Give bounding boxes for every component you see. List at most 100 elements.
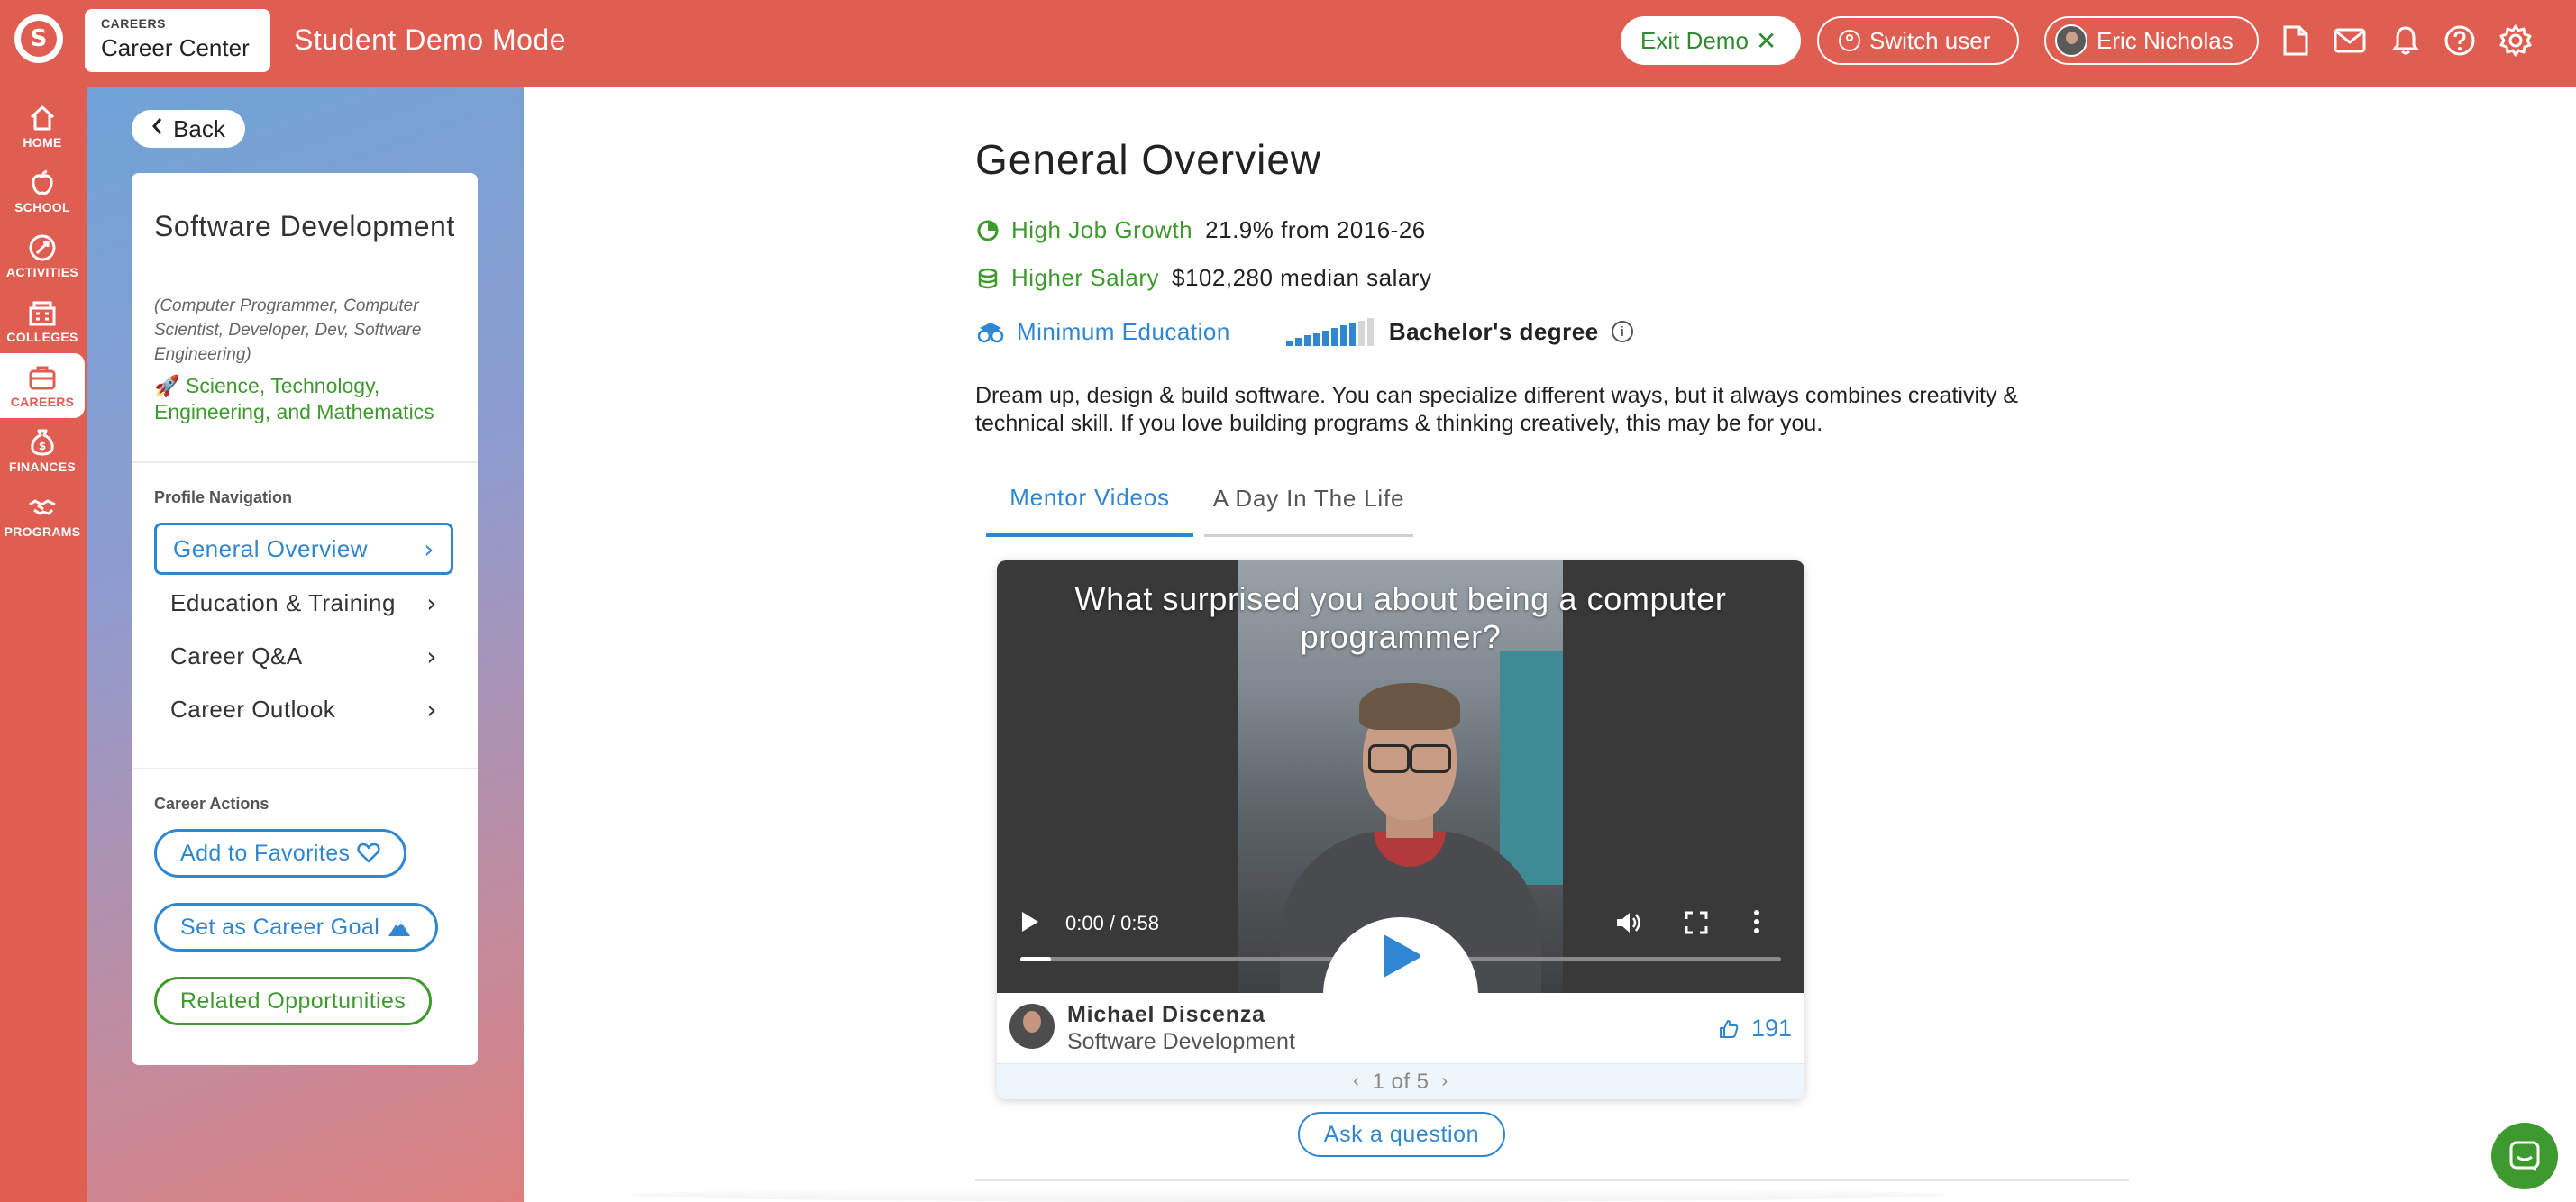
play-icon [1384,934,1420,978]
exit-demo-button[interactable]: Exit Demo ✕ [1621,16,1801,65]
ask-question-button[interactable]: Ask a question [1298,1112,1505,1157]
handshake-icon [29,499,56,515]
mentor-name[interactable]: Michael Discenza [1067,1002,1265,1028]
pager-next-icon[interactable]: › [1442,1071,1448,1092]
related-label: Related Opportunities [180,988,406,1014]
profile-nav-career-qa[interactable]: Career Q&A › [154,630,453,682]
play-icon[interactable] [1020,910,1040,933]
nav-home[interactable]: HOME [0,94,85,159]
career-cluster-link[interactable]: 🚀 Science, Technology, Engineering, and … [154,373,443,425]
education-level-bar [1312,332,1320,346]
top-bar: S CAREERS Career Center Student Demo Mod… [0,0,2576,87]
gear-icon[interactable] [2498,23,2533,58]
pager-text: 1 of 5 [1372,1069,1430,1094]
add-to-favorites-button[interactable]: Add to Favorites [154,829,407,878]
more-options-icon[interactable] [1752,908,1761,935]
education-level-bar [1339,325,1347,346]
nav-activities[interactable]: ACTIVITIES [0,223,85,288]
nav-item-label: Education & Training [170,588,396,616]
salary-value: $102,280 median salary [1172,264,1432,291]
nav-programs[interactable]: PROGRAMS [0,483,85,548]
mentor-avatar[interactable] [1009,1004,1055,1049]
nav-careers-label: CAREERS [10,395,75,409]
app-logo[interactable]: S [14,14,63,63]
mail-icon[interactable] [2333,23,2367,58]
back-label: Back [173,114,225,142]
nav-school-label: SCHOOL [14,200,70,214]
switch-user-button[interactable]: Switch user [1817,16,2019,65]
chevron-right-icon: › [426,587,437,618]
logo-glyph: S [21,21,57,57]
main-nav-rail: HOME SCHOOL ACTIVITIES COLLEGES CAREERS … [0,87,87,1202]
bell-icon[interactable] [2389,23,2423,58]
education-level-bar [1285,341,1293,346]
profile-nav-heading: Profile Navigation [154,488,293,506]
briefcase-icon [29,366,56,390]
avatar [2055,24,2087,57]
activities-icon [29,234,56,261]
video-person-glasses [1363,744,1457,773]
nav-colleges[interactable]: COLLEGES [0,288,85,353]
education-level-bar [1348,323,1356,346]
education-level-bar [1303,335,1311,346]
chat-icon [2509,1141,2540,1171]
document-icon[interactable] [2279,23,2313,58]
career-actions-heading: Career Actions [154,795,269,813]
tab-mentor-videos[interactable]: Mentor Videos [986,461,1193,537]
video-background-wall [1500,651,1563,885]
profile-nav-career-outlook[interactable]: Career Outlook › [154,683,453,735]
set-career-goal-button[interactable]: Set as Career Goal [154,903,439,952]
divider [132,768,478,769]
education-level-bar [1294,338,1302,346]
salary-stat: Higher Salary $102,280 median salary [975,264,1432,292]
chat-launcher-button[interactable] [2491,1123,2558,1189]
nav-finances[interactable]: $ FINANCES [0,418,85,483]
career-title: Software Development [154,210,455,242]
help-icon[interactable] [2443,23,2477,58]
user-name: Eric Nicholas [2096,26,2233,54]
chevron-left-icon [151,117,162,141]
like-button[interactable]: 191 [1719,1015,1792,1043]
profile-nav-education-training[interactable]: Education & Training › [154,577,453,629]
set-goal-label: Set as Career Goal [180,914,380,940]
education-value: Bachelor's degree [1388,317,1599,345]
job-growth-stat: High Job Growth 21.9% from 2016-26 [975,216,1426,244]
career-side-panel: Back Software Development (Computer Prog… [87,87,524,1202]
add-favorites-label: Add to Favorites [180,840,351,866]
related-opportunities-button[interactable]: Related Opportunities [154,977,433,1025]
svg-text:$: $ [39,440,46,452]
home-icon [30,105,55,131]
education-level-bar [1321,330,1329,346]
video-player[interactable]: What surprised you about being a compute… [997,560,1804,993]
user-menu-button[interactable]: Eric Nicholas [2044,16,2259,65]
nav-programs-label: PROGRAMS [4,524,81,539]
nav-careers[interactable]: CAREERS [0,353,85,418]
job-growth-label: High Job Growth [1011,216,1193,243]
info-icon[interactable]: i [1611,321,1633,342]
nav-colleges-label: COLLEGES [6,330,78,344]
fullscreen-icon[interactable] [1684,910,1709,935]
section-switcher[interactable]: CAREERS Career Center [85,9,270,72]
career-alt-titles: (Computer Programmer, Computer Scientist… [154,296,422,364]
video-question: What surprised you about being a compute… [1074,580,1727,655]
volume-icon[interactable] [1615,910,1644,935]
heart-icon [357,842,381,863]
education-level-bar [1366,317,1374,346]
salary-label: Higher Salary [1011,264,1160,291]
nav-school[interactable]: SCHOOL [0,159,85,223]
back-button[interactable]: Back [132,110,245,148]
moneybag-icon: $ [31,429,54,456]
education-label: Minimum Education [1017,317,1230,345]
pager-prev-icon[interactable]: ‹ [1353,1071,1359,1092]
section-title: Career Center [101,34,250,61]
nav-item-label: Career Q&A [170,642,303,669]
education-level-meter [1285,317,1376,346]
mentor-video-card: What surprised you about being a compute… [997,560,1804,1099]
profile-nav-general-overview[interactable]: General Overview › [154,523,453,575]
tab-day-in-the-life[interactable]: A Day In The Life [1204,461,1413,537]
job-growth-value: 21.9% from 2016-26 [1205,216,1426,243]
user-circle-icon [1839,30,1860,51]
mode-title: Student Demo Mode [294,23,566,56]
mountain-icon [388,919,411,936]
video-pager: ‹ 1 of 5 › [997,1063,1804,1099]
